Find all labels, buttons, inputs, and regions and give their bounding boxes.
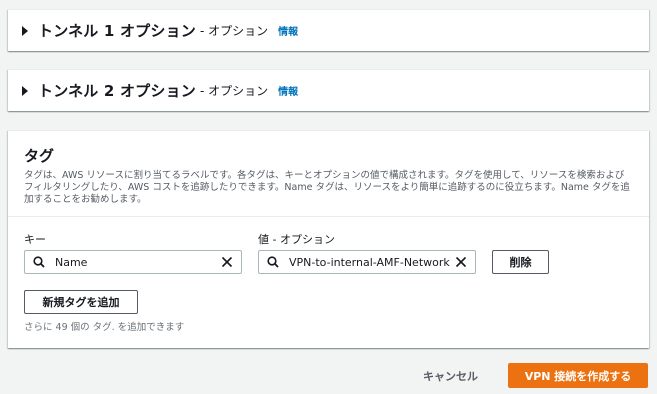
key-label: キー bbox=[24, 233, 46, 246]
clear-icon[interactable] bbox=[221, 256, 233, 268]
remove-tag-button[interactable]: 削除 bbox=[492, 250, 549, 274]
tag-key-input[interactable]: Name bbox=[24, 250, 242, 274]
search-icon bbox=[33, 256, 45, 268]
tags-header: タグ タグは、AWS リソースに割り当てるラベルです。各タグは、キーとオプション… bbox=[8, 131, 649, 217]
caret-right-icon[interactable] bbox=[22, 25, 28, 36]
tunnel2-info-link[interactable]: 情報 bbox=[278, 83, 298, 98]
tunnel2-optional-label: - オプション bbox=[199, 84, 269, 98]
caret-right-icon[interactable] bbox=[22, 85, 28, 96]
tag-value-value: VPN-to-internal-AMF-Network bbox=[289, 255, 450, 269]
tags-section: タグ タグは、AWS リソースに割り当てるラベルです。各タグは、キーとオプション… bbox=[8, 130, 649, 348]
tunnel1-optional-label: - オプション bbox=[199, 24, 269, 38]
search-icon bbox=[267, 256, 279, 268]
clear-icon[interactable] bbox=[455, 256, 467, 268]
tunnel2-title[interactable]: トンネル 2 オプション bbox=[38, 80, 196, 101]
remaining-tags-text: さらに 49 個の タグ. を追加できます bbox=[24, 322, 185, 333]
tag-value-input[interactable]: VPN-to-internal-AMF-Network bbox=[258, 250, 476, 274]
tag-key-value: Name bbox=[55, 255, 88, 269]
value-label: 値 - オプション bbox=[258, 233, 335, 246]
tags-description: タグは、AWS リソースに割り当てるラベルです。各タグは、キーとオプションの値で… bbox=[24, 170, 630, 205]
tunnel1-options-section[interactable]: トンネル 1 オプション - オプション 情報 bbox=[8, 9, 649, 51]
tunnel1-info-link[interactable]: 情報 bbox=[278, 23, 298, 38]
add-tag-button[interactable]: 新規タグを追加 bbox=[24, 290, 138, 314]
create-vpn-connection-button[interactable]: VPN 接続を作成する bbox=[508, 363, 648, 388]
cancel-button[interactable]: キャンセル bbox=[423, 368, 478, 384]
tunnel1-title[interactable]: トンネル 1 オプション bbox=[38, 20, 196, 41]
tags-title: タグ bbox=[24, 147, 55, 165]
tunnel2-options-section[interactable]: トンネル 2 オプション - オプション 情報 bbox=[8, 69, 649, 111]
